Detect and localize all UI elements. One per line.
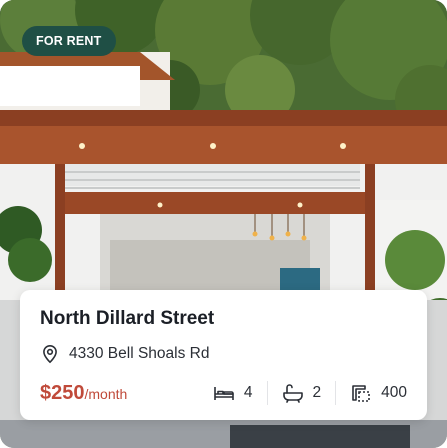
property-card[interactable]: FOR RENT North Dillard Street 4330 Bell … (0, 0, 447, 448)
bed-icon (214, 387, 234, 400)
listing-footer: $250 /month 4 2 400 (40, 380, 407, 406)
baths-spec: 2 (282, 383, 322, 403)
price: $250 /month (40, 382, 127, 405)
listing-address: 4330 Bell Shoals Rd (40, 343, 407, 365)
area-value: 400 (381, 384, 407, 401)
beds-count: 4 (243, 384, 253, 401)
beds-spec: 4 (213, 383, 253, 403)
spec-divider (335, 381, 337, 405)
listing-title[interactable]: North Dillard Street (40, 308, 407, 330)
spec-divider (266, 381, 268, 405)
bathtub-icon (282, 384, 303, 403)
area-spec: 400 (350, 383, 407, 403)
location-pin-icon (43, 344, 57, 364)
price-period: /month (84, 385, 128, 402)
address-text: 4330 Bell Shoals Rd (69, 345, 210, 362)
property-specs: 4 2 400 (213, 381, 407, 405)
for-rent-badge: FOR RENT (22, 26, 116, 56)
area-icon (352, 385, 370, 402)
price-amount: $250 (40, 381, 85, 404)
listing-info-panel[interactable]: North Dillard Street 4330 Bell Shoals Rd… (20, 290, 427, 420)
baths-count: 2 (312, 384, 322, 401)
